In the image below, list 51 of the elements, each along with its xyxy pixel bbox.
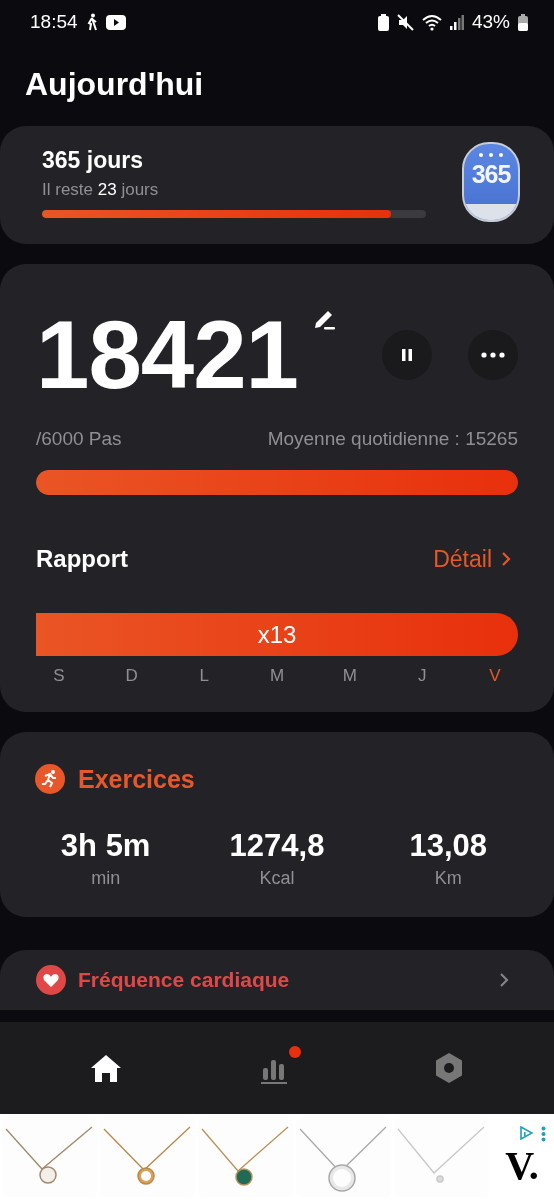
brand-logo[interactable]: V.	[505, 1141, 539, 1189]
daily-average: Moyenne quotidienne : 15265	[267, 428, 518, 450]
medal-band	[464, 204, 518, 220]
hexagon-icon	[434, 1052, 465, 1084]
signal-icon	[449, 14, 464, 30]
heart-rate-title: Fréquence cardiaque	[78, 968, 290, 992]
challenge-subtitle: Il reste 23 jours	[42, 179, 160, 200]
walking-icon	[85, 13, 98, 31]
weekday-label: V	[488, 666, 502, 686]
page-title: Aujourd'hui	[25, 66, 205, 104]
play-icon	[105, 14, 126, 30]
medal-number: 365	[471, 160, 511, 189]
step-goal: /6000 Pas	[36, 428, 122, 450]
running-icon	[35, 764, 65, 794]
chevron-right-icon	[500, 551, 512, 567]
ad-choices-icon[interactable]	[519, 1125, 533, 1140]
stat-unit: Km	[434, 868, 462, 889]
weekday-label: M	[269, 666, 284, 686]
weekday-label: S	[52, 666, 66, 686]
weekday-label: L	[198, 666, 211, 686]
pause-icon	[399, 347, 415, 363]
challenge-card[interactable]: 365 jours Il reste 23 jours 365	[0, 126, 554, 244]
mute-icon	[396, 13, 414, 31]
wifi-icon	[421, 13, 442, 31]
home-icon	[89, 1053, 122, 1083]
challenge-title: 365 jours	[42, 146, 144, 174]
battery-percent: 43%	[471, 11, 510, 33]
detail-link[interactable]: Détail	[433, 545, 512, 573]
stars-icon	[478, 152, 504, 158]
stat-unit: min	[91, 868, 121, 889]
more-vertical-icon[interactable]	[541, 1125, 546, 1142]
weekday-label: M	[342, 666, 357, 686]
more-button[interactable]	[468, 330, 518, 380]
stat-value: 13,08	[409, 828, 488, 864]
pause-button[interactable]	[382, 330, 432, 380]
status-time: 18:54	[30, 11, 78, 33]
battery-saver-icon	[377, 13, 389, 31]
battery-icon	[518, 13, 528, 31]
notification-dot	[289, 1046, 301, 1058]
report-title: Rapport	[36, 545, 128, 573]
exercise-title: Exercices	[78, 764, 195, 794]
stat-unit: Kcal	[259, 868, 295, 889]
stat-value: 1274,8	[229, 828, 325, 864]
stat-value: 3h 5m	[60, 828, 151, 864]
heart-rate-icon	[36, 965, 66, 995]
weekday-label: D	[124, 666, 139, 686]
chevron-right-icon[interactable]	[499, 972, 509, 988]
weekday-label: J	[417, 666, 428, 686]
more-icon	[481, 352, 505, 358]
streak-bar: x13	[36, 613, 518, 656]
step-count: 18421	[36, 300, 298, 410]
